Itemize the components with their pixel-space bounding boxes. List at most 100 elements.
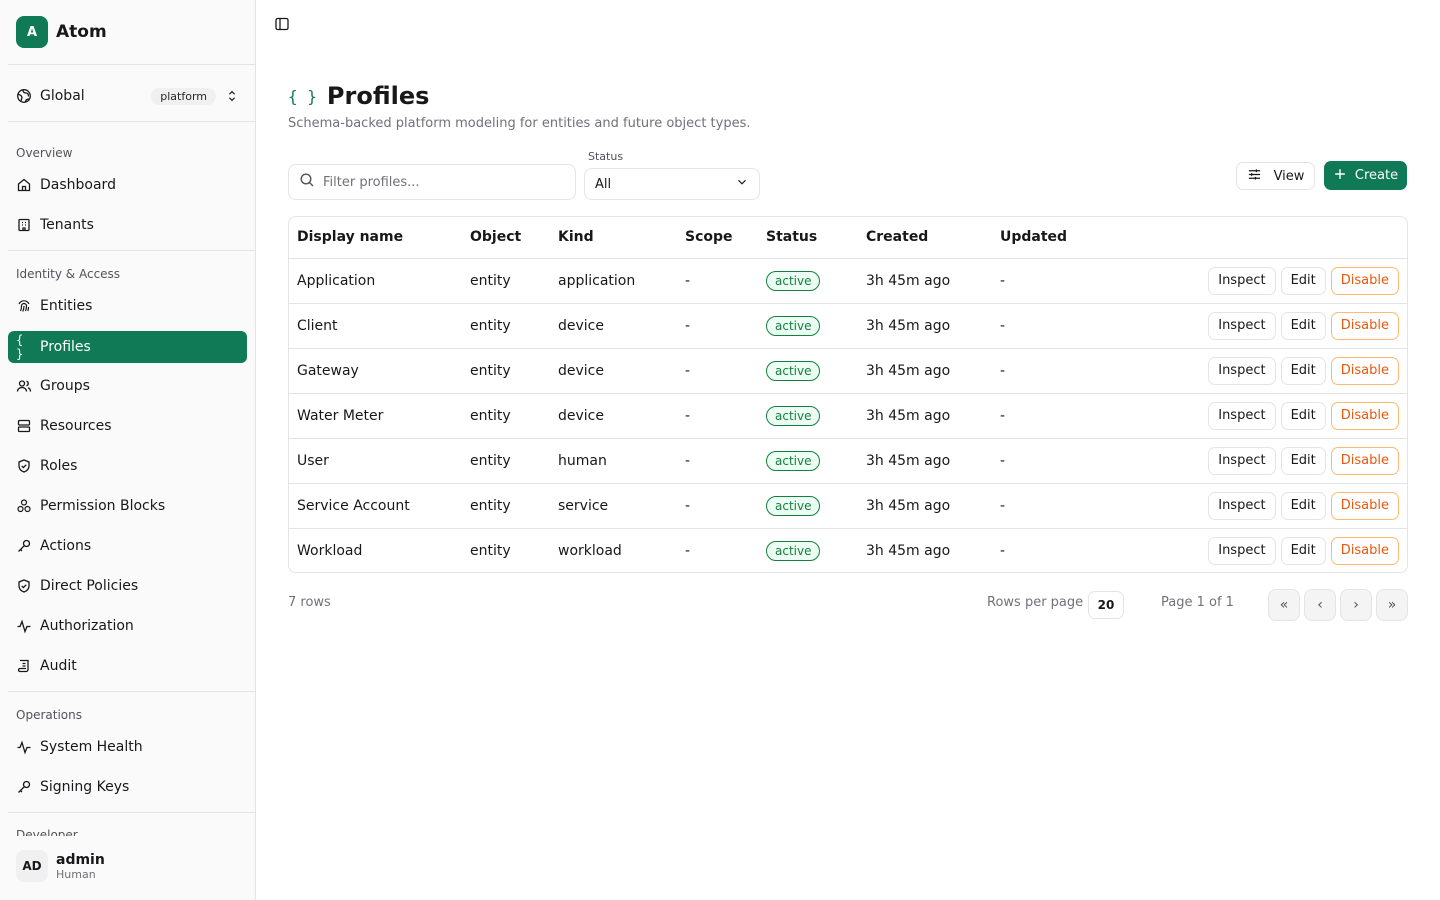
edit-button[interactable]: Edit xyxy=(1280,401,1326,430)
sidebar-item-direct-policies[interactable]: Direct Policies xyxy=(8,570,247,602)
status-badge: active xyxy=(766,315,821,336)
sidebar-item-tenants[interactable]: Tenants xyxy=(8,209,247,241)
braces-icon: { } xyxy=(288,86,317,106)
disable-button[interactable]: Disable xyxy=(1330,446,1399,475)
cell-display-name: Gateway xyxy=(289,348,462,394)
inspect-button[interactable]: Inspect xyxy=(1208,356,1276,385)
status-filter-select[interactable]: All xyxy=(584,168,760,200)
edit-button[interactable]: Edit xyxy=(1280,266,1326,295)
user-menu[interactable]: AD admin Human xyxy=(16,844,105,888)
sidebar-item-authorization[interactable]: Authorization xyxy=(8,610,247,642)
sidebar-item-resources[interactable]: Resources xyxy=(8,410,247,442)
inspect-button[interactable]: Inspect xyxy=(1208,491,1276,520)
sidebar-item-permission-blocks[interactable]: Permission Blocks xyxy=(8,490,247,522)
inspect-button[interactable]: Inspect xyxy=(1208,266,1276,295)
cell-actions: Inspect Edit Disable xyxy=(1108,483,1407,529)
disable-button[interactable]: Disable xyxy=(1330,311,1399,340)
create-button[interactable]: Create xyxy=(1324,161,1407,190)
user-role: Human xyxy=(56,867,96,881)
disable-button[interactable]: Disable xyxy=(1330,266,1399,295)
search-field[interactable] xyxy=(288,164,576,200)
cell-display-name: Client xyxy=(289,303,462,349)
column-header-status[interactable]: Status xyxy=(758,217,858,259)
sidebar-item-system-health[interactable]: System Health xyxy=(8,731,247,763)
cell-object: entity xyxy=(470,542,511,559)
disable-button[interactable]: Disable xyxy=(1330,536,1399,565)
cell-created: 3h 45m ago xyxy=(858,258,992,304)
sidebar-item-profiles[interactable]: { } Profiles xyxy=(8,331,247,363)
cell-display-name: Workload xyxy=(297,542,363,559)
brand[interactable]: A Atom xyxy=(16,16,107,48)
sidebar-item-label: System Health xyxy=(40,739,143,755)
activity-icon xyxy=(16,618,32,634)
brand-name: Atom xyxy=(56,22,107,42)
cell-kind: human xyxy=(550,438,677,484)
edit-button[interactable]: Edit xyxy=(1280,356,1326,385)
column-header-kind[interactable]: Kind xyxy=(550,217,677,259)
sidebar-toggle-button[interactable] xyxy=(272,14,292,34)
chevron-left-icon: ‹ xyxy=(1317,597,1323,613)
column-header-created[interactable]: Created xyxy=(858,217,992,259)
status-filter-value: All xyxy=(595,176,612,192)
table-row[interactable]: Application entity application - active … xyxy=(289,258,1407,304)
inspect-button[interactable]: Inspect xyxy=(1208,311,1276,340)
cell-scope: - xyxy=(677,258,758,304)
rows-per-page-select[interactable]: 20 xyxy=(1088,591,1124,619)
column-header-object[interactable]: Object xyxy=(462,217,550,259)
table-row[interactable]: Service Account entity service - active … xyxy=(289,483,1407,529)
sidebar-item-entities[interactable]: Entities xyxy=(8,290,247,322)
sidebar-item-label: Resources xyxy=(40,418,112,434)
table-row[interactable]: Client entity device - active 3h 45m ago… xyxy=(289,303,1407,349)
sidebar-item-roles[interactable]: Roles xyxy=(8,450,247,482)
disable-button[interactable]: Disable xyxy=(1330,401,1399,430)
cell-updated: - xyxy=(992,258,1109,304)
edit-button[interactable]: Edit xyxy=(1280,311,1326,340)
column-header-display-name[interactable]: Display name xyxy=(289,217,462,259)
cell-updated: - xyxy=(992,348,1109,394)
inspect-button[interactable]: Inspect xyxy=(1208,401,1276,430)
sidebar-item-audit[interactable]: Audit xyxy=(8,650,247,682)
sidebar-item-signing-keys[interactable]: Signing Keys xyxy=(8,771,247,803)
cell-display-name: Application xyxy=(289,258,462,304)
column-header-scope[interactable]: Scope xyxy=(677,217,758,259)
first-page-button[interactable]: « xyxy=(1268,589,1300,621)
panel-left-icon xyxy=(275,17,289,31)
chevron-right-icon: › xyxy=(1353,597,1359,613)
search-input[interactable] xyxy=(323,174,565,190)
cell-kind: device xyxy=(550,393,677,439)
table-row[interactable]: User entity human - active 3h 45m ago - … xyxy=(289,438,1407,484)
page-subtitle: Schema-backed platform modeling for enti… xyxy=(288,116,751,131)
sidebar-item-dashboard[interactable]: Dashboard xyxy=(8,169,247,201)
table-row[interactable]: Gateway entity device - active 3h 45m ag… xyxy=(289,348,1407,394)
sidebar-item-groups[interactable]: Groups xyxy=(8,370,247,402)
inspect-button[interactable]: Inspect xyxy=(1208,536,1276,565)
sidebar-item-label: Audit xyxy=(40,658,77,674)
cell-scope: - xyxy=(677,483,758,529)
cell-created: 3h 45m ago xyxy=(858,438,992,484)
cell-updated: - xyxy=(1000,542,1006,559)
edit-button[interactable]: Edit xyxy=(1280,536,1326,565)
edit-button[interactable]: Edit xyxy=(1280,491,1326,520)
cell-updated: - xyxy=(992,303,1109,349)
cell-actions: Inspect Edit Disable xyxy=(1108,348,1407,394)
prev-page-button[interactable]: ‹ xyxy=(1304,589,1336,621)
sidebar-item-actions[interactable]: Actions xyxy=(8,530,247,562)
create-label: Create xyxy=(1354,168,1399,183)
inspect-button[interactable]: Inspect xyxy=(1208,446,1276,475)
edit-button[interactable]: Edit xyxy=(1280,446,1326,475)
view-button[interactable]: View xyxy=(1236,162,1315,190)
sidebar-item-label: Tenants xyxy=(40,217,94,233)
status-badge: active xyxy=(766,405,821,426)
last-page-button[interactable]: » xyxy=(1376,589,1408,621)
next-page-button[interactable]: › xyxy=(1340,589,1372,621)
cell-kind: device xyxy=(550,348,677,394)
disable-button[interactable]: Disable xyxy=(1330,356,1399,385)
scope-switcher[interactable]: Global platform xyxy=(8,80,248,112)
disable-button[interactable]: Disable xyxy=(1330,491,1399,520)
divider xyxy=(8,250,255,251)
cell-scope: - xyxy=(677,438,758,484)
table-row[interactable]: Workload entity workload - active 3h 45m… xyxy=(289,528,1407,572)
chevrons-right-icon: » xyxy=(1387,597,1397,613)
column-header-updated[interactable]: Updated xyxy=(992,217,1109,259)
table-row[interactable]: Water Meter entity device - active 3h 45… xyxy=(289,393,1407,439)
